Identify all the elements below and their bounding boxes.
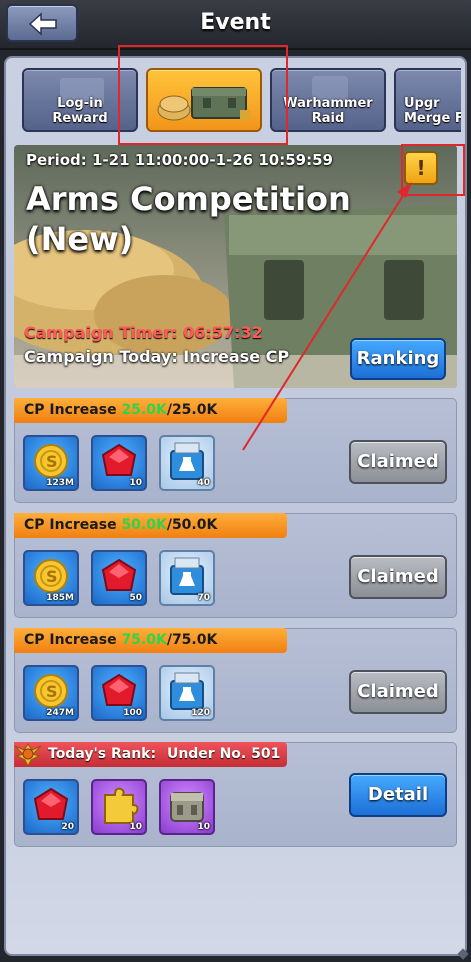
mission-label: CP Increase [24,402,117,418]
svg-text:S: S [46,452,58,471]
rank-medal-icon [14,743,42,768]
campaign-today: Campaign Today: Increase CP [24,347,290,366]
reward-gold-coin[interactable]: S 247M [23,665,79,721]
mission-header: CP Increase 50.0K/50.0K [14,513,287,538]
reward-qty: 10 [129,822,142,832]
claimed-button[interactable]: Claimed [349,555,447,599]
mission-label: CP Increase [24,517,117,533]
mission-target: /75.0K [166,632,218,648]
event-title: Arms Competition (New) [26,180,351,258]
reward-qty: 247M [46,708,74,718]
reward-potion-box[interactable]: 120 [159,665,215,721]
reward-red-gem[interactable]: 10 [91,435,147,491]
reward-qty: 10 [129,478,142,488]
svg-text:S: S [46,682,58,701]
mission-header: CP Increase 25.0K/25.0K [14,398,287,423]
rank-header: Today's Rank: Under No. 501 [14,742,287,767]
svg-text:S: S [46,567,58,586]
highlight-box-tab [118,45,288,145]
reward-red-gem[interactable]: 100 [91,665,147,721]
mission-target: /50.0K [166,517,218,533]
reward-qty: 123M [46,478,74,488]
tab-label: Warhammer Raid [283,96,373,126]
claimed-button[interactable]: Claimed [349,670,447,714]
tab-label: Upgr Merge F [404,96,461,126]
event-period: Period: 1-21 11:00:00-1-26 10:59:59 [26,151,333,169]
reward-qty: 40 [197,478,210,488]
mission-card-1: CP Increase 25.0K/25.0K S 123M 10 40 Cla… [14,398,457,503]
reward-puzzle-piece[interactable]: 10 [91,779,147,835]
mission-progress: 75.0K [121,632,167,648]
rank-label: Today's Rank: [48,746,157,762]
detail-button[interactable]: Detail [349,773,447,817]
mission-progress: 25.0K [121,402,167,418]
top-bar: Event [0,0,471,50]
claimed-button[interactable]: Claimed [349,440,447,484]
reward-qty: 70 [197,593,210,603]
reward-qty: 20 [61,822,74,832]
rank-card: Today's Rank: Under No. 501 20 10 10 Det… [14,742,457,847]
event-banner: Period: 1-21 11:00:00-1-26 10:59:59 Arms… [14,145,457,388]
reward-red-gem[interactable]: 50 [91,550,147,606]
page-title: Event [200,10,271,35]
reward-qty: 50 [129,593,142,603]
reward-red-gem[interactable]: 20 [23,779,79,835]
mission-target: /25.0K [166,402,218,418]
reward-gold-coin[interactable]: S 123M [23,435,79,491]
rank-value: Under No. 501 [166,746,281,762]
reward-qty: 185M [46,593,74,603]
reward-gold-coin[interactable]: S 185M [23,550,79,606]
reward-potion-box[interactable]: 70 [159,550,215,606]
ranking-button[interactable]: Ranking [350,338,446,380]
reward-supply-crate[interactable]: 10 [159,779,215,835]
mission-progress: 50.0K [121,517,167,533]
tab-upgrade-merge[interactable]: Upgr Merge F [394,68,461,132]
reward-qty: 10 [197,822,210,832]
mission-card-3: CP Increase 75.0K/75.0K S 247M 100 120 C… [14,628,457,733]
mission-header: CP Increase 75.0K/75.0K [14,628,287,653]
mission-card-2: CP Increase 50.0K/50.0K S 185M 50 70 Cla… [14,513,457,618]
mission-label: CP Increase [24,632,117,648]
reward-potion-box[interactable]: 40 [159,435,215,491]
highlight-box-alert [401,144,465,196]
reward-qty: 120 [191,708,210,718]
campaign-timer: Campaign Timer: 06:57:32 [24,323,263,342]
reward-qty: 100 [123,708,142,718]
